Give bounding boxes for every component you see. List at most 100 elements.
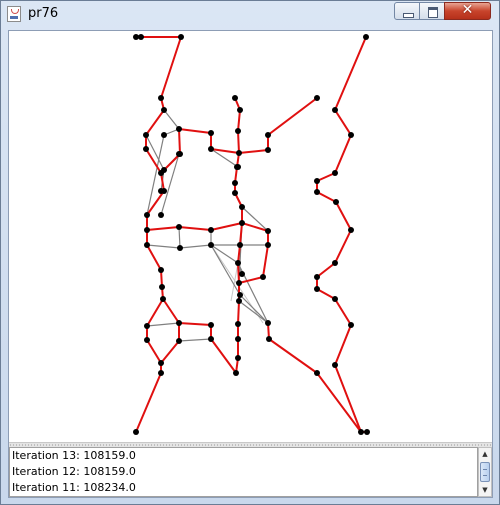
city-node	[176, 151, 182, 157]
city-node	[348, 132, 354, 138]
city-node	[143, 132, 149, 138]
city-node	[348, 322, 354, 328]
city-node	[265, 147, 271, 153]
tour-edge	[146, 222, 269, 284]
city-node	[161, 132, 167, 138]
minimize-button[interactable]	[394, 2, 420, 20]
city-node	[364, 429, 370, 435]
city-node	[363, 34, 369, 40]
city-node	[236, 280, 242, 286]
log-scrollbar[interactable]: ▲ ▼	[478, 447, 492, 497]
city-node	[348, 227, 354, 233]
city-node	[158, 188, 164, 194]
city-node	[314, 189, 320, 195]
city-node	[237, 107, 243, 113]
city-node	[208, 322, 214, 328]
app-window: pr76 ✕ Iteration 13: 108159.0 Iteration …	[0, 0, 500, 505]
scroll-down-icon[interactable]: ▼	[479, 484, 491, 496]
title-bar[interactable]: pr76 ✕	[1, 1, 499, 27]
city-node	[314, 95, 320, 101]
city-node	[208, 242, 214, 248]
city-node	[144, 242, 150, 248]
city-node	[358, 429, 364, 435]
city-node	[208, 227, 214, 233]
city-node	[333, 199, 339, 205]
close-icon: ✕	[461, 2, 474, 18]
city-node	[260, 274, 266, 280]
city-node	[144, 212, 150, 218]
city-node	[144, 227, 150, 233]
city-node	[144, 323, 150, 329]
tour-canvas	[9, 31, 492, 442]
city-node	[266, 336, 272, 342]
city-node	[235, 164, 241, 170]
candidate-edge	[146, 322, 180, 327]
city-node	[314, 274, 320, 280]
city-node	[208, 146, 214, 152]
city-node	[158, 267, 164, 273]
city-node	[176, 338, 182, 344]
log-line: Iteration 12: 108159.0	[12, 465, 136, 478]
tour-graph	[133, 34, 370, 435]
city-node	[176, 126, 182, 132]
tour-edge	[238, 97, 318, 154]
city-node	[236, 298, 242, 304]
candidate-edge	[146, 244, 181, 249]
city-node	[158, 95, 164, 101]
log-line: Iteration 11: 108234.0	[12, 481, 136, 494]
city-node	[314, 370, 320, 376]
city-node	[239, 204, 245, 210]
log-line: Iteration 13: 108159.0	[12, 449, 136, 462]
city-node	[159, 284, 165, 290]
city-node	[235, 128, 241, 134]
city-node	[332, 260, 338, 266]
tour-edge	[267, 322, 362, 433]
java-icon	[7, 6, 21, 22]
city-node	[160, 296, 166, 302]
city-node	[236, 150, 242, 156]
city-node	[237, 242, 243, 248]
city-node	[265, 132, 271, 138]
window-title: pr76	[28, 6, 59, 21]
city-node	[176, 224, 182, 230]
city-node	[208, 336, 214, 342]
city-node	[158, 212, 164, 218]
city-node	[233, 370, 239, 376]
city-node	[232, 95, 238, 101]
city-node	[235, 336, 241, 342]
scrollbar-thumb[interactable]	[480, 462, 490, 482]
scroll-up-icon[interactable]: ▲	[479, 448, 491, 460]
city-node	[143, 146, 149, 152]
minimize-icon	[403, 13, 414, 18]
city-node	[232, 180, 238, 186]
candidate-edge	[163, 109, 180, 136]
city-node	[133, 429, 139, 435]
city-node	[178, 34, 184, 40]
candidate-edge	[178, 338, 212, 342]
city-node	[332, 107, 338, 113]
city-node	[314, 178, 320, 184]
iteration-log[interactable]: Iteration 13: 108159.0 Iteration 12: 108…	[9, 447, 478, 497]
candidate-edge	[238, 300, 269, 324]
city-node	[265, 228, 271, 234]
tour-edge	[316, 36, 367, 433]
city-node	[161, 167, 167, 173]
close-button[interactable]: ✕	[444, 2, 491, 20]
city-node	[265, 320, 271, 326]
city-node	[265, 242, 271, 248]
city-node	[239, 220, 245, 226]
city-node	[239, 271, 245, 277]
city-node	[208, 130, 214, 136]
city-node	[235, 260, 241, 266]
city-node	[138, 34, 144, 40]
city-node	[161, 107, 167, 113]
client-area: Iteration 13: 108159.0 Iteration 12: 108…	[8, 30, 493, 498]
city-node	[332, 296, 338, 302]
city-node	[235, 355, 241, 361]
city-node	[237, 292, 243, 298]
city-node	[177, 245, 183, 251]
maximize-button[interactable]	[419, 2, 445, 20]
city-node	[158, 360, 164, 366]
city-node	[232, 190, 238, 196]
city-node	[314, 286, 320, 292]
